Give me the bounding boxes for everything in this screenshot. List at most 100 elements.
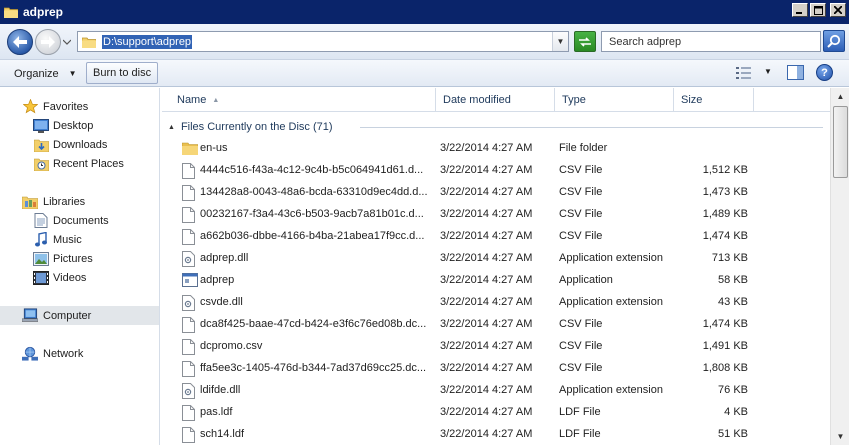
chevron-down-icon: ▼ [68,69,77,78]
file-name: ldifde.dll [200,384,241,396]
maximize-button[interactable] [810,3,826,17]
scroll-thumb[interactable] [833,106,848,178]
vertical-scrollbar[interactable]: ▲ ▼ [830,88,849,445]
file-size: 1,474 KB [702,230,748,242]
file-row[interactable]: ldifde.dll 3/22/2014 4:27 AM Application e… [162,380,830,402]
file-row[interactable]: csvde.dll 3/22/2014 4:27 AM Application ex… [162,292,830,314]
group-header[interactable]: ▲ Files Currently on the Disc (71) [168,118,333,136]
close-button[interactable] [830,3,846,17]
file-type: Application [559,274,613,286]
file-type: CSV File [559,164,603,176]
nav-network[interactable]: Network [0,344,159,363]
nav-libraries-label: Libraries [43,195,86,208]
view-options-chevron-icon[interactable]: ▼ [764,67,772,76]
file-date-modified: 3/22/2014 4:27 AM [440,340,533,352]
dll-icon [182,295,196,311]
file-row[interactable]: 00232167-f3a4-43c6-b503-9acb7a81b01c.d..… [162,204,830,226]
collapse-group-icon: ▲ [168,123,175,131]
file-name: pas.ldf [200,406,233,418]
file-row[interactable]: ffa5ee3c-1405-476d-b344-7ad37d69cc25.dc.… [162,358,830,380]
back-button[interactable] [7,29,33,55]
nav-favorites[interactable]: Favorites [0,97,159,116]
window-controls [792,3,846,17]
address-bar[interactable]: D:\support\adprep ▼ [77,31,569,52]
file-row[interactable]: a662b036-dbbe-4166-b4ba-21abea17f9cc.d..… [162,226,830,248]
burn-to-disc-button[interactable]: Burn to disc [86,62,159,84]
nav-item-pictures[interactable]: Pictures [0,249,159,268]
file-icon [182,361,196,377]
nav-network-label: Network [43,347,84,360]
nav-item-desktop[interactable]: Desktop [0,116,159,135]
file-type: Application extension [559,384,663,396]
file-date-modified: 3/22/2014 4:27 AM [440,142,533,154]
refresh-button[interactable] [574,31,596,52]
command-bar: Organize ▼ Burn to disc ▼ ? [0,60,849,87]
scroll-down-button[interactable]: ▼ [832,428,849,445]
file-row[interactable]: 4444c516-f43a-4c12-9c4b-b5c064941d61.d..… [162,160,830,182]
nav-item-downloads[interactable]: Downloads [0,135,159,154]
search-input[interactable]: Search adprep [601,31,821,52]
file-row[interactable]: pas.ldf 3/22/2014 4:27 AM LDF File 4 KB [162,402,830,424]
nav-item-recent-places[interactable]: Recent Places [0,154,159,173]
star-icon [22,99,38,115]
column-header-size[interactable]: Size [674,88,754,112]
column-header-date[interactable]: Date modified [436,88,555,112]
nav-item-label: Videos [53,271,87,284]
column-header-size-label: Size [681,94,703,106]
nav-computer[interactable]: Computer [0,306,159,325]
navigation-pane: Favorites Desktop Downloads Recent Place… [0,88,160,445]
file-type: CSV File [559,208,603,220]
change-view-icon[interactable] [735,66,753,80]
file-name: dcpromo.csv [200,340,263,352]
organize-button[interactable]: Organize ▼ [8,64,83,83]
dll-icon [182,383,196,399]
address-row: D:\support\adprep ▼ Search adprep [0,24,849,60]
help-button[interactable]: ? [816,64,833,81]
file-date-modified: 3/22/2014 4:27 AM [440,274,533,286]
close-icon [834,6,842,14]
file-name: sch14.ldf [200,428,245,440]
file-type: LDF File [559,428,601,440]
address-dropdown-button[interactable]: ▼ [552,32,568,51]
nav-item-videos[interactable]: Videos [0,268,159,287]
file-row[interactable]: 134428a8-0043-48a6-bcda-63310d9ec4dd.d..… [162,182,830,204]
file-icon [182,405,196,421]
file-date-modified: 3/22/2014 4:27 AM [440,384,533,396]
folder-icon [82,37,96,48]
column-headers: Name ▲ Date modified Type Size [162,88,830,112]
file-row[interactable]: adprep 3/22/2014 4:27 AM Application 58 KB [162,270,830,292]
file-type: CSV File [559,362,603,374]
libraries-icon [22,194,38,210]
forward-button[interactable] [35,29,61,55]
file-date-modified: 3/22/2014 4:27 AM [440,406,533,418]
file-row[interactable]: adprep.dll 3/22/2014 4:27 AM Application e… [162,248,830,270]
window-title: adprep [23,5,64,19]
scroll-up-button[interactable]: ▲ [832,88,849,105]
file-name: csvde.dll [200,296,243,308]
column-header-type[interactable]: Type [555,88,674,112]
file-date-modified: 3/22/2014 4:27 AM [440,428,533,440]
file-name: ffa5ee3c-1405-476d-b344-7ad37d69cc25.dc.… [200,362,427,374]
file-type: CSV File [559,318,603,330]
file-row[interactable]: sch14.ldf 3/22/2014 4:27 AM LDF File 51 KB [162,424,830,446]
nav-item-documents[interactable]: Documents [0,211,159,230]
minimize-button[interactable] [792,3,808,17]
group-header-label: Files Currently on the Disc (71) [180,121,333,133]
preview-pane-icon[interactable] [787,65,804,80]
recent-pages-chevron-icon[interactable] [63,38,71,46]
column-header-name[interactable]: Name ▲ [170,88,436,112]
nav-item-music[interactable]: Music [0,230,159,249]
scroll-up-icon: ▲ [836,92,845,101]
file-size: 713 KB [711,252,748,264]
file-row[interactable]: en-us 3/22/2014 4:27 AM File folder [162,138,830,160]
address-path[interactable]: D:\support\adprep [102,34,193,49]
back-arrow-icon [13,36,27,48]
file-row[interactable]: dca8f425-baae-47cd-b424-e3f6c76ed08b.dc.… [162,314,830,336]
file-name: en-us [200,142,228,154]
forward-arrow-icon [41,36,55,48]
search-button[interactable] [823,30,845,52]
folder-icon [4,7,18,18]
file-list: Name ▲ Date modified Type Size ▲ Files C… [162,88,830,445]
nav-libraries[interactable]: Libraries [0,192,159,211]
file-row[interactable]: dcpromo.csv 3/22/2014 4:27 AM CSV File 1,49… [162,336,830,358]
